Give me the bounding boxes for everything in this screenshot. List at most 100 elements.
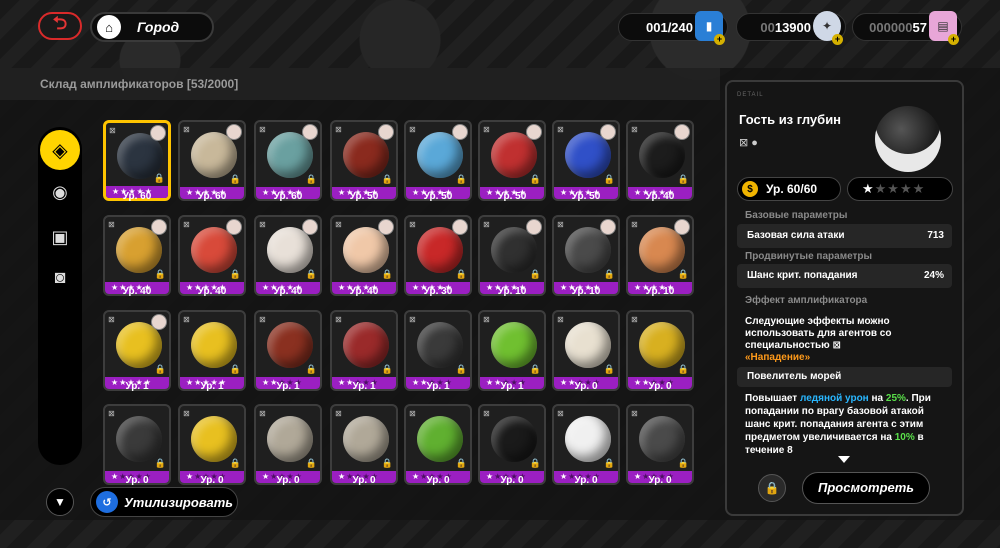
amplifier-image [491, 416, 537, 462]
amplifier-card[interactable]: ⊠ 🔒 ★★★★★ [478, 215, 546, 296]
view-button[interactable]: Просмотреть [802, 472, 930, 504]
location-label: Город [137, 19, 180, 35]
amplifier-card[interactable]: ⊠ 🔒 ★★★★★ [103, 215, 171, 296]
amplifier-card[interactable]: ⊠ 🔒 ★★★★★ [103, 404, 171, 485]
amplifier-card[interactable]: ⊠ 🔒 ★★★★★ [178, 120, 246, 201]
amplifier-card[interactable]: ⊠ 🔒 ★★★★★ [626, 404, 694, 485]
lock-icon: 🔒 [529, 364, 541, 374]
lock-icon: 🔒 [603, 174, 615, 184]
recycle-icon: ↺ [96, 491, 118, 513]
amplifier-image [343, 322, 389, 368]
disk-icon: ◉ [52, 181, 68, 202]
amplifier-card[interactable]: ⊠ 🔒 ★★★★★ [552, 120, 620, 201]
amplifier-image [417, 322, 463, 368]
amplifier-card[interactable]: ⊠ 🔒 ★★★★★ [626, 215, 694, 296]
lock-icon: 🔒 [381, 269, 393, 279]
desc-part: Повышает [745, 393, 800, 404]
advanced-params-heading: Продвинутые параметры [745, 251, 873, 262]
amplifier-image [639, 416, 685, 462]
effect-heading: Эффект амплификатора [745, 295, 868, 306]
amplifier-card[interactable]: ⊠ 🔒 ★★★★★ [330, 310, 398, 391]
card-level: Ур. 10 [645, 286, 675, 297]
battery-icon: ▮ + [695, 11, 725, 45]
dennies-counter[interactable]: 00 13900 ✦ + [736, 11, 846, 45]
equipped-agent-avatar [600, 124, 616, 140]
add-battery-icon: + [714, 34, 725, 45]
amplifier-card[interactable]: ⊠ 🔒 ★★★★★ [178, 310, 246, 391]
battery-counter[interactable]: 001/240 ▮ + [618, 11, 728, 45]
amplifier-card[interactable]: ⊠ 🔒 ★★★★★ [254, 404, 322, 485]
equipped-agent-avatar [151, 219, 167, 235]
card-level: Ур. 60 [273, 191, 303, 202]
amplifier-card[interactable]: ⊠ 🔒 ★★★★★ [478, 120, 546, 201]
recycle-label: Утилизировать [124, 494, 233, 510]
lock-button[interactable]: 🔒 [758, 474, 786, 502]
lock-icon: 🔒 [153, 173, 165, 183]
lock-icon: 🔒 [305, 458, 317, 468]
amplifier-card[interactable]: ⊠ 🔒 ★★★★★ [626, 310, 694, 391]
location-pill[interactable]: ⌂ Город [90, 12, 214, 42]
scroll-more-icon[interactable] [838, 456, 850, 463]
crit-rate-value: 24% [923, 270, 944, 281]
film-ticket-icon: ▤ + [929, 11, 959, 45]
card-level: Ур. 50 [571, 191, 601, 202]
amplifier-card[interactable]: ⊠ 🔒 ★★★★★ [254, 310, 322, 391]
amplifier-image [191, 416, 237, 462]
card-level: Ур. 1 [500, 381, 524, 392]
amplifier-card[interactable]: ⊠ 🔒 ★★★★★ [254, 120, 322, 201]
recycle-button[interactable]: ↺ Утилизировать [90, 487, 238, 517]
card-level: Ур. 40 [645, 191, 675, 202]
level-coin-icon: $ [742, 181, 758, 197]
lock-icon: 🔒 [229, 174, 241, 184]
amplifier-card[interactable]: ⊠ 🔒 ★★★★★ [404, 404, 472, 485]
battery-value: 001/240 [646, 19, 693, 35]
lock-icon: 🔒 [677, 364, 689, 374]
tab-disks[interactable]: ◉ [45, 177, 75, 207]
amplifier-card[interactable]: ⊠ 🔒 ★★★★★ [404, 215, 472, 296]
filter-button[interactable]: ▼ [46, 488, 74, 516]
ticket-counter[interactable]: 000000 57 ▤ + [852, 11, 962, 45]
lock-icon: 🔒 [229, 269, 241, 279]
card-level: Ур. 0 [648, 475, 672, 486]
card-level: Ур. 0 [426, 475, 450, 486]
card-level: Ур. 0 [648, 381, 672, 392]
amplifier-card[interactable]: ⊠ 🔒 ★★★★★ [552, 310, 620, 391]
base-attack-label: Базовая сила атаки [747, 230, 845, 241]
amplifier-card[interactable]: ⊠ 🔒 ★★★★★ [478, 404, 546, 485]
lock-icon: 🔒 [677, 269, 689, 279]
amplifier-card[interactable]: ⊠ 🔒 ★★★★★ [330, 215, 398, 296]
amplifier-card[interactable]: ⊠ 🔒 ★★★★★ [626, 120, 694, 201]
dennies-dim: 00 [760, 19, 775, 35]
equipped-agent-avatar [526, 219, 542, 235]
lock-icon: 🔒 [677, 458, 689, 468]
tab-w-engines[interactable]: ◈ [40, 130, 80, 170]
amplifier-card[interactable]: ⊠ 🔒 ★★★★★ [552, 215, 620, 296]
amplifier-card[interactable]: ⊠ 🔒 ★★★★★ [178, 404, 246, 485]
crate-icon: ▣ [51, 226, 69, 247]
equipped-agent-avatar [226, 124, 242, 140]
amplifier-card[interactable]: ⊠ 🔒 ★★★★★ [103, 120, 171, 201]
back-button[interactable]: ⮌ [38, 12, 82, 40]
amplifier-card[interactable]: ⊠ 🔒 ★★★★★ [404, 120, 472, 201]
card-level: Ур. 1 [200, 381, 224, 392]
amplifier-card[interactable]: ⊠ 🔒 ★★★★★ [552, 404, 620, 485]
amplifier-card[interactable]: ⊠ 🔒 ★★★★★ [404, 310, 472, 391]
add-ticket-icon: + [948, 34, 959, 45]
ticket-dim: 000000 [869, 19, 913, 35]
card-level: Ур. 50 [423, 191, 453, 202]
lock-icon: 🔒 [455, 458, 467, 468]
amplifier-card[interactable]: ⊠ 🔒 ★★★★★ [178, 215, 246, 296]
card-level: Ур. 40 [197, 286, 227, 297]
tab-other[interactable]: ◙ [45, 262, 75, 292]
desc-percent: 10% [894, 432, 915, 443]
amplifier-card[interactable]: ⊠ 🔒 ★★★★★ [254, 215, 322, 296]
amplifier-card[interactable]: ⊠ 🔒 ★★★★★ [478, 310, 546, 391]
tab-materials[interactable]: ▣ [45, 222, 75, 252]
lock-icon: 🔒 [305, 174, 317, 184]
amplifier-image [116, 416, 162, 462]
amplifier-card[interactable]: ⊠ 🔒 ★★★★★ [103, 310, 171, 391]
amplifier-card[interactable]: ⊠ 🔒 ★★★★★ [330, 404, 398, 485]
lock-icon: 🔒 [305, 364, 317, 374]
amplifier-card[interactable]: ⊠ 🔒 ★★★★★ [330, 120, 398, 201]
base-attack-value: 713 [927, 230, 944, 241]
